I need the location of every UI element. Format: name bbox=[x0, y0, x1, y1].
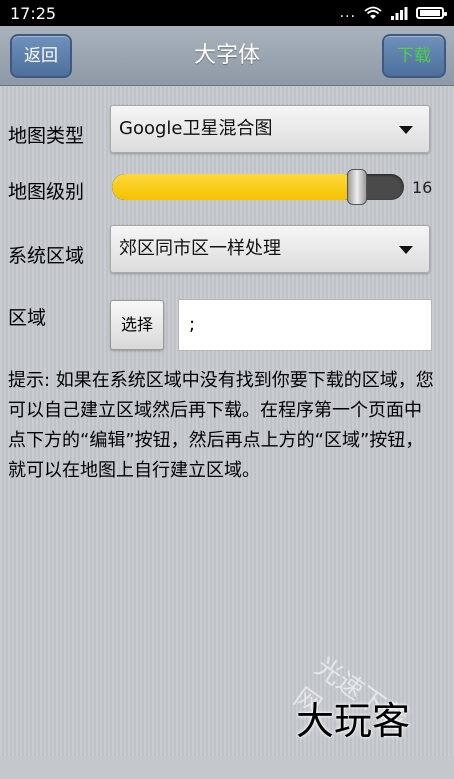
map-type-value: Google卫星混合图 bbox=[119, 118, 273, 139]
region-select-button[interactable]: 选择 bbox=[110, 300, 164, 350]
status-icons: ... bbox=[339, 5, 447, 21]
wifi-icon bbox=[364, 6, 382, 19]
system-region-label: 系统区域 bbox=[8, 245, 85, 267]
battery-icon bbox=[416, 7, 447, 19]
system-region-value: 郊区同市区一样处理 bbox=[119, 238, 281, 259]
watermark-logo: 大玩客 bbox=[296, 699, 411, 743]
settings-panel: 地图类型 Google卫星混合图 地图级别 16 系统区域 郊区同市区一样处理 … bbox=[0, 87, 454, 756]
download-button[interactable]: 下载 bbox=[382, 34, 446, 78]
map-type-dropdown[interactable]: Google卫星混合图 bbox=[110, 105, 430, 153]
chevron-down-icon bbox=[399, 126, 413, 134]
title-bar: 大字体 返回 下载 bbox=[0, 26, 454, 86]
hint-text: 提示: 如果在系统区域中没有找到你要下载的区域，您可以自己建立区域然后再下载。在… bbox=[8, 370, 434, 481]
chevron-down-icon bbox=[399, 246, 413, 254]
region-label: 区域 bbox=[8, 307, 47, 329]
slider-thumb[interactable] bbox=[347, 169, 367, 205]
more-indicator: ... bbox=[339, 5, 356, 21]
status-bar: 17:25 ... bbox=[0, 0, 454, 26]
back-button[interactable]: 返回 bbox=[10, 34, 72, 78]
map-level-value: 16 bbox=[412, 178, 433, 197]
system-region-dropdown[interactable]: 郊区同市区一样处理 bbox=[110, 225, 430, 273]
map-level-label: 地图级别 bbox=[8, 181, 85, 203]
region-input[interactable]: ; bbox=[178, 299, 432, 351]
signal-icon bbox=[391, 7, 408, 20]
slider-fill bbox=[112, 174, 357, 200]
map-type-label: 地图类型 bbox=[8, 125, 85, 147]
status-time: 17:25 bbox=[10, 3, 57, 23]
